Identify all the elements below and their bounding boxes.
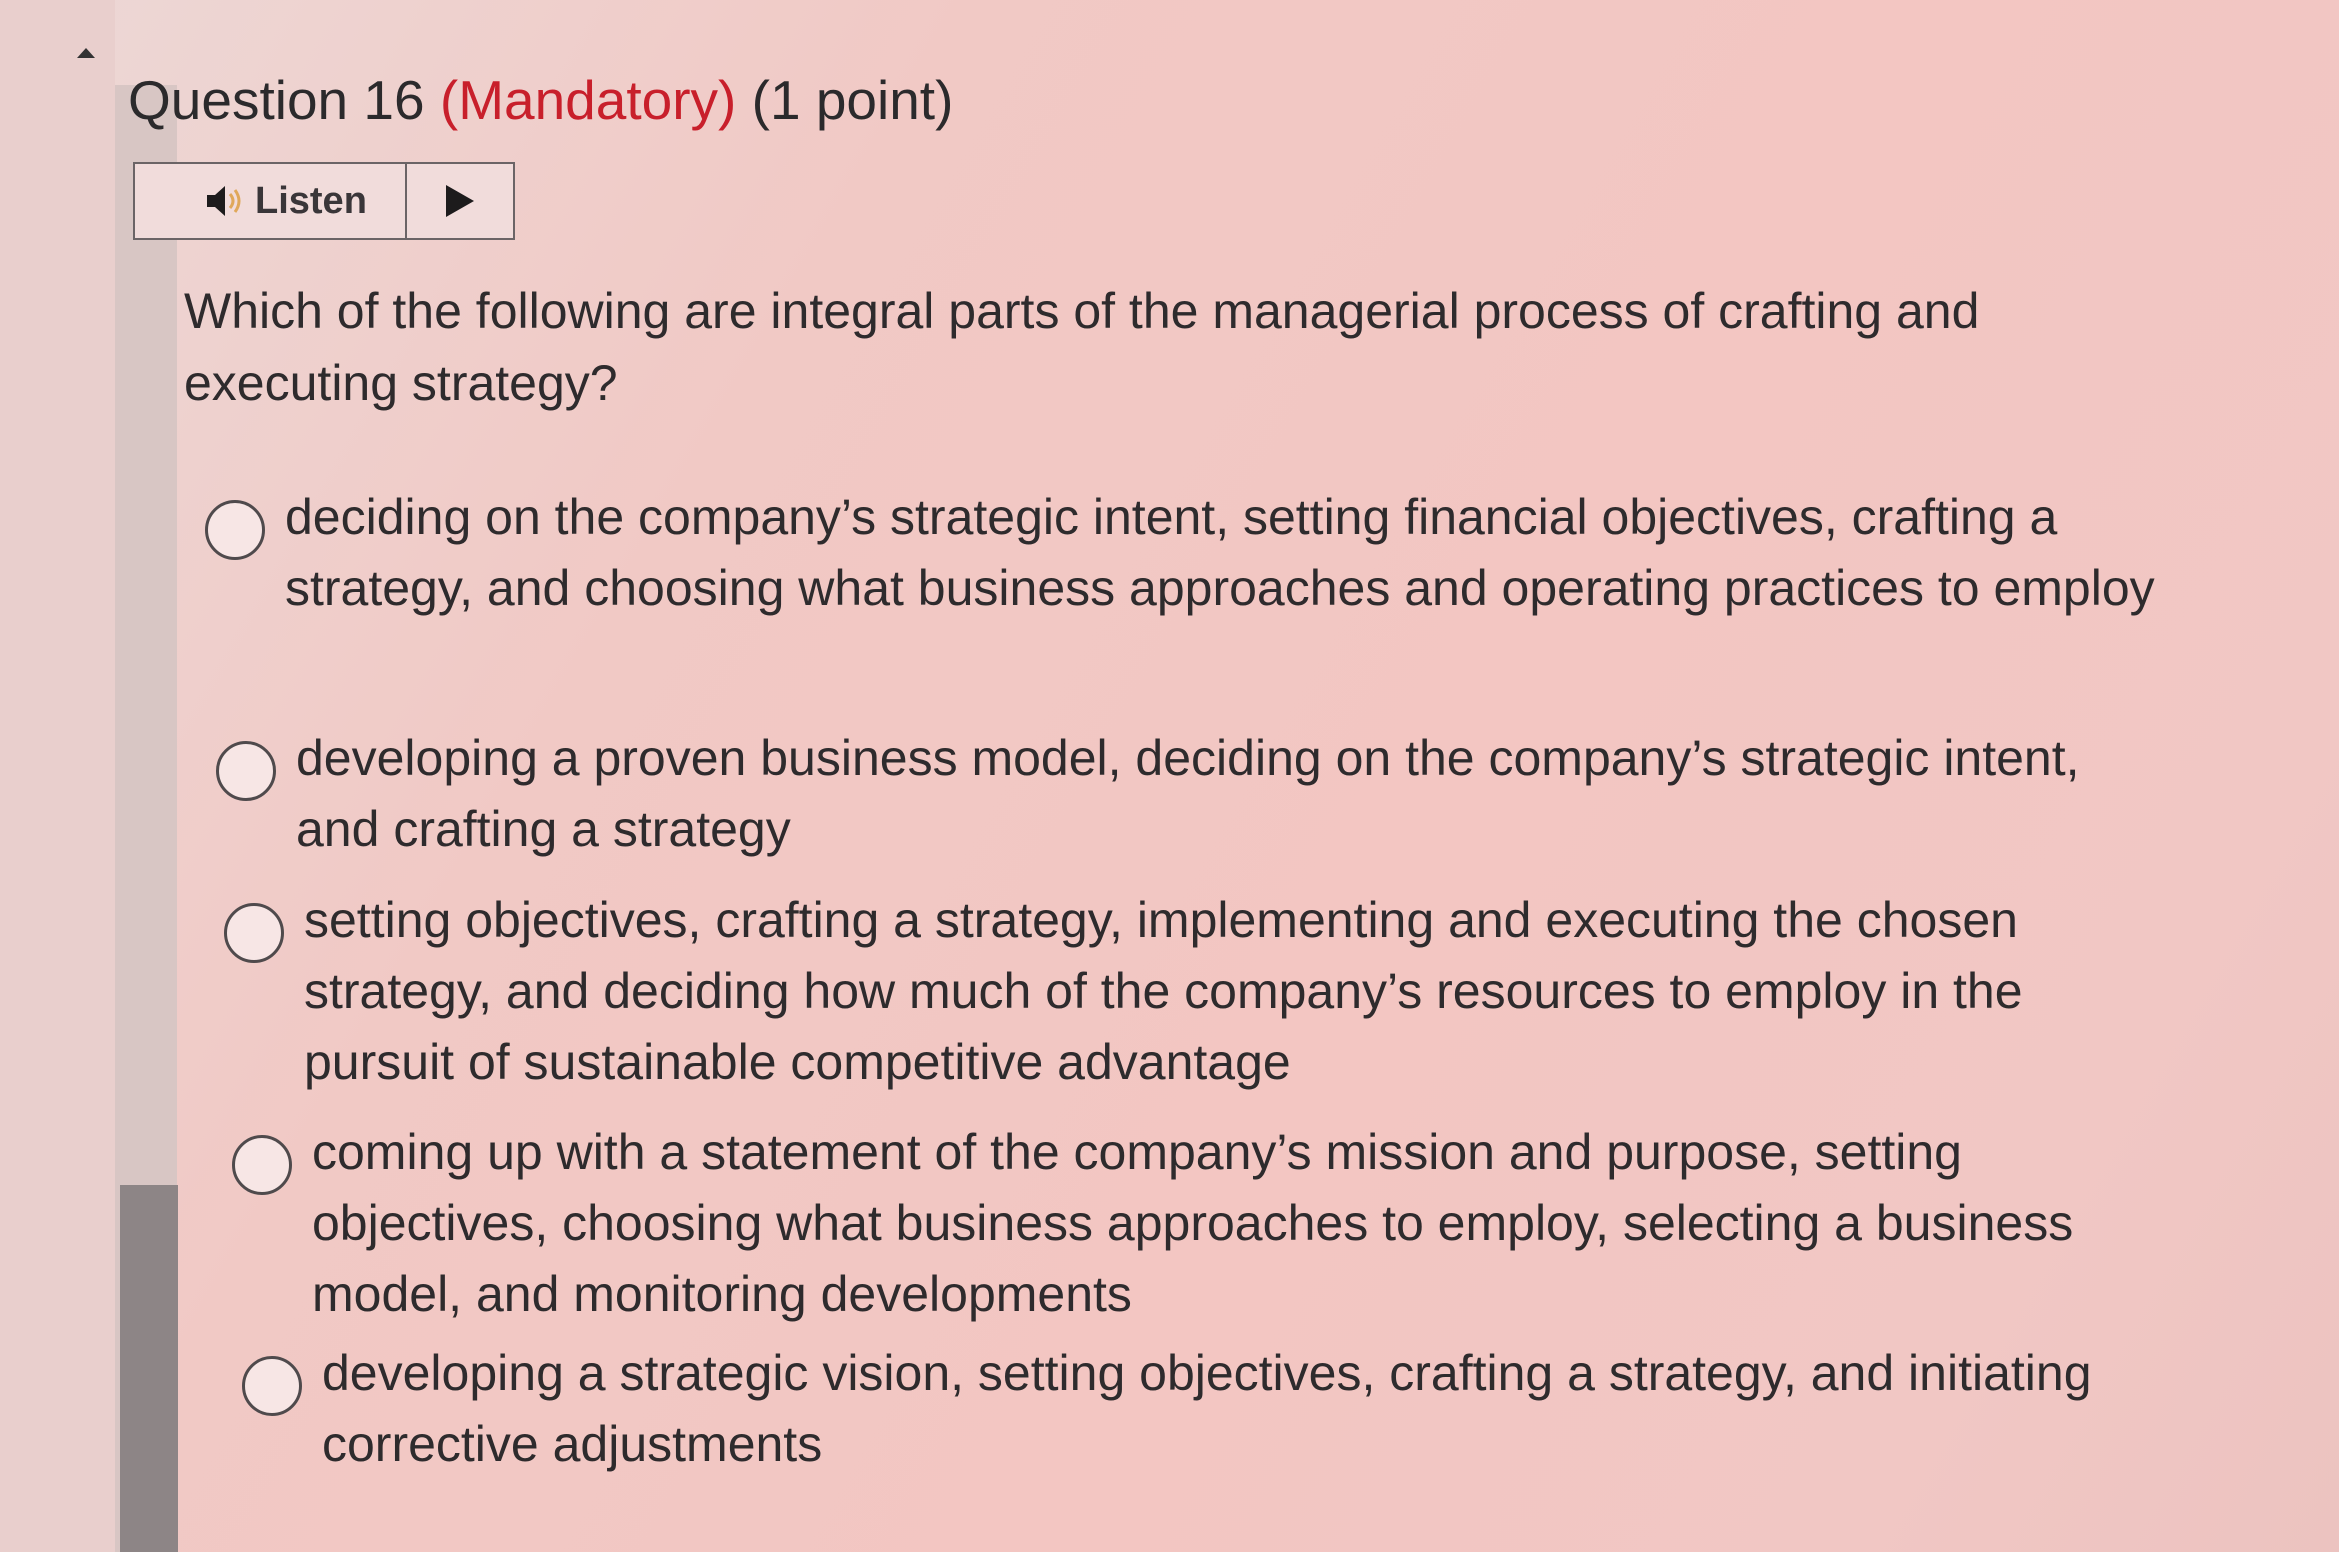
radio-button[interactable] <box>216 741 276 801</box>
question-header: Question 16 (Mandatory) (1 point) <box>128 68 953 132</box>
play-icon <box>446 185 474 217</box>
radio-button[interactable] <box>242 1356 302 1416</box>
answer-option-3[interactable]: setting objectives, crafting a strategy,… <box>224 885 2174 1098</box>
listen-button[interactable]: Listen <box>135 164 407 238</box>
answer-option-text: coming up with a statement of the compan… <box>312 1124 2074 1322</box>
answer-option-5[interactable]: developing a strategic vision, setting o… <box>242 1338 2192 1480</box>
radio-button[interactable] <box>232 1135 292 1195</box>
answer-option-2[interactable]: developing a proven business model, deci… <box>216 723 2166 865</box>
scrollbar-thumb[interactable] <box>120 1185 178 1552</box>
speaker-icon <box>207 186 241 216</box>
answer-option-4[interactable]: coming up with a statement of the compan… <box>232 1117 2182 1330</box>
question-number: Question 16 <box>128 69 425 131</box>
play-button[interactable] <box>407 164 513 238</box>
radio-button[interactable] <box>205 500 265 560</box>
question-prompt: Which of the following are integral part… <box>184 283 1980 411</box>
answer-option-text: setting objectives, crafting a strategy,… <box>304 892 2023 1090</box>
radio-button[interactable] <box>224 903 284 963</box>
listen-widget: Listen <box>133 162 515 240</box>
answer-option-text: developing a strategic vision, setting o… <box>322 1345 2092 1472</box>
listen-label: Listen <box>255 179 367 222</box>
answer-option-1[interactable]: deciding on the company’s strategic inte… <box>205 482 2155 624</box>
left-gutter <box>0 0 115 1552</box>
answer-option-text: developing a proven business model, deci… <box>296 730 2080 857</box>
points-label: (1 point) <box>751 69 954 131</box>
mandatory-label: (Mandatory) <box>439 69 737 131</box>
collapse-arrow-icon[interactable] <box>77 48 95 58</box>
answer-option-text: deciding on the company’s strategic inte… <box>285 489 2155 616</box>
